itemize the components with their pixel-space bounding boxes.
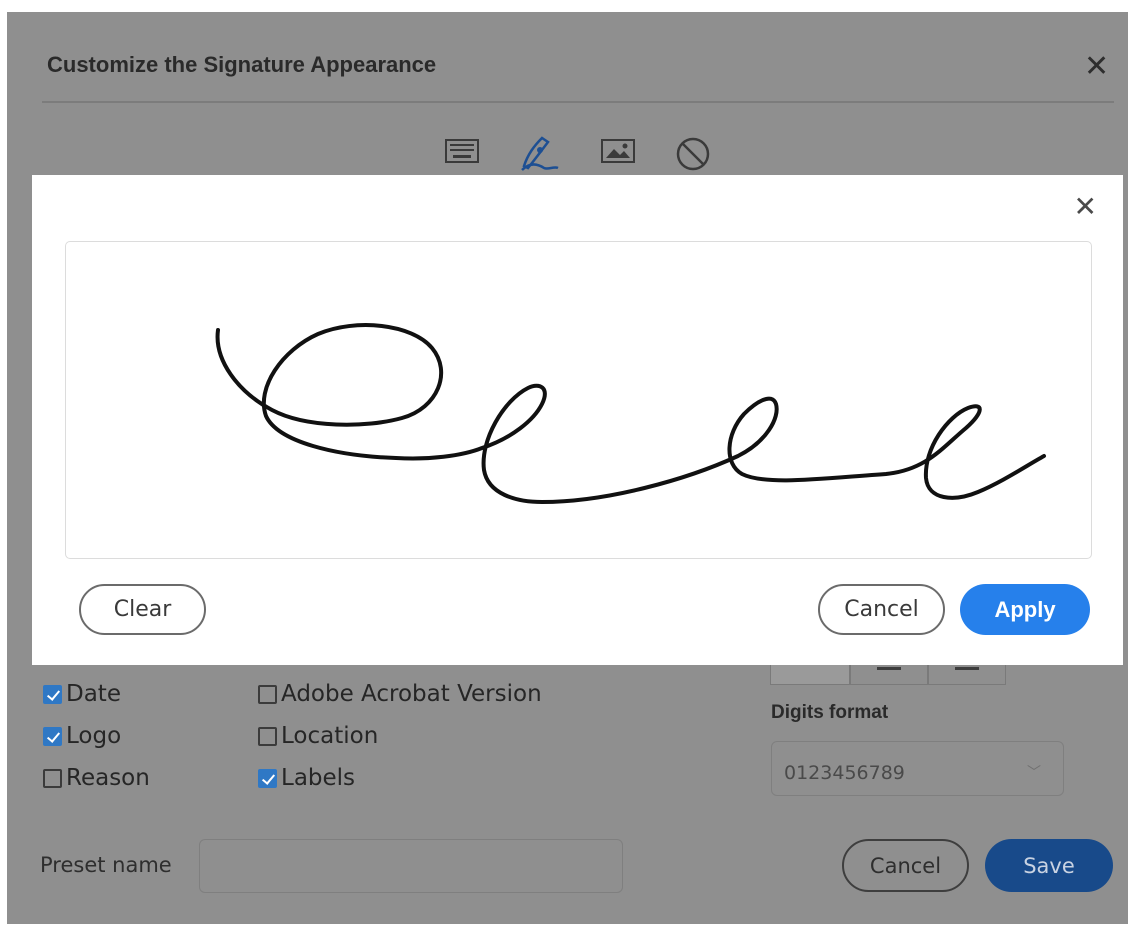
checkbox-checked-icon[interactable] [43, 684, 62, 704]
signature-drawing-pad[interactable] [65, 241, 1092, 559]
none-icon[interactable] [675, 136, 711, 176]
close-icon[interactable]: ✕ [1084, 52, 1109, 82]
digits-format-select[interactable]: 0123456789 ﹀ [771, 741, 1064, 796]
chevron-down-icon: ﹀ [1027, 765, 1041, 781]
checkbox-location[interactable]: Location [258, 723, 378, 749]
checkbox-checked-icon[interactable] [258, 768, 277, 788]
divider [42, 101, 1114, 103]
background-dialog-title: Customize the Signature Appearance [47, 52, 437, 77]
checkbox-label: Logo [66, 723, 122, 749]
checkbox-label: Labels [281, 765, 356, 791]
keyboard-icon[interactable] [444, 137, 480, 169]
checkbox-label: Location [281, 723, 379, 749]
dash-icon [877, 667, 901, 670]
preset-name-label: Preset name [40, 853, 172, 877]
checkbox-label: Date [66, 681, 121, 707]
checkbox-unchecked-icon[interactable] [43, 768, 62, 788]
image-icon[interactable] [600, 137, 636, 169]
draw-signature-dialog: ✕ Clear Cancel Apply [32, 175, 1123, 665]
checkbox-date[interactable]: Date [43, 681, 121, 707]
checkbox-acrobat-version[interactable]: Adobe Acrobat Version [258, 681, 542, 707]
cancel-button[interactable]: Cancel [818, 584, 945, 635]
save-button[interactable]: Save [985, 839, 1113, 892]
checkbox-unchecked-icon[interactable] [258, 726, 277, 746]
cancel-button[interactable]: Cancel [842, 839, 969, 892]
pen-draw-icon[interactable] [518, 132, 562, 176]
checkbox-logo[interactable]: Logo [43, 723, 121, 749]
dash-icon [955, 667, 979, 670]
checkbox-labels[interactable]: Labels [258, 765, 355, 791]
apply-button[interactable]: Apply [960, 584, 1090, 635]
close-icon[interactable]: ✕ [1074, 193, 1097, 221]
checkbox-checked-icon[interactable] [43, 726, 62, 746]
signature-stroke [215, 323, 1046, 504]
preset-name-input[interactable] [199, 839, 623, 893]
checkbox-reason[interactable]: Reason [43, 765, 150, 791]
digits-format-value: 0123456789 [784, 762, 905, 784]
checkbox-unchecked-icon[interactable] [258, 684, 277, 704]
digits-format-label: Digits format [771, 702, 889, 723]
checkbox-label: Adobe Acrobat Version [281, 681, 542, 707]
clear-button[interactable]: Clear [79, 584, 206, 635]
checkbox-label: Reason [66, 765, 150, 791]
